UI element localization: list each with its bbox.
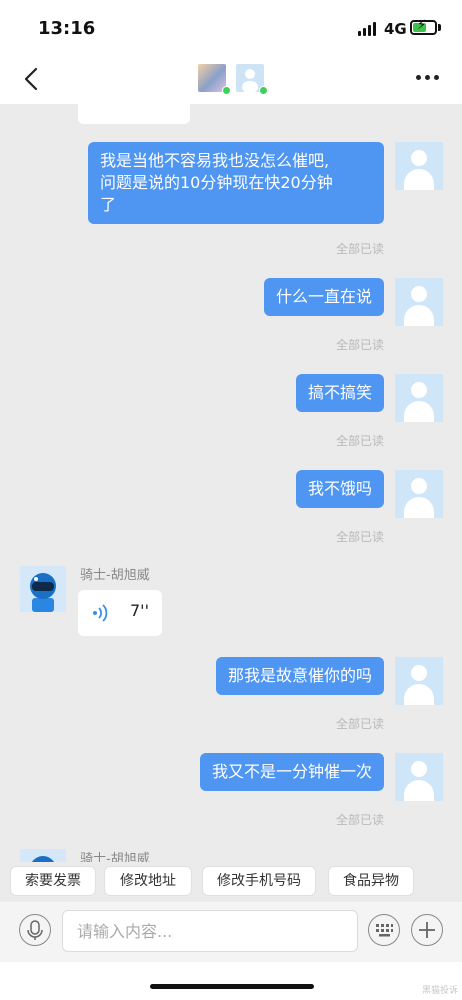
read-status: 全部已读 (335, 530, 384, 544)
voice-message[interactable]: 7'' (78, 590, 162, 636)
voice-wave-icon (93, 604, 108, 622)
back-icon[interactable] (20, 66, 44, 92)
sender-name: 骑士-胡旭威 (80, 852, 150, 862)
user-avatar[interactable] (395, 142, 443, 190)
read-status: 全部已读 (335, 242, 384, 256)
user-avatar[interactable] (395, 753, 443, 801)
message-bubble-partial[interactable] (78, 104, 190, 124)
message-bubble[interactable]: 我是当他不容易我也没怎么催吧, 问题是说的10分钟现在快20分钟 了 (88, 142, 384, 224)
online-dot (259, 86, 268, 95)
home-area: 黑猫投诉 (0, 962, 462, 1000)
quick-reply-invoice[interactable]: 索要发票 (10, 866, 96, 896)
online-dot (222, 86, 231, 95)
user-avatar[interactable] (395, 278, 443, 326)
input-bar (0, 902, 462, 962)
read-status: 全部已读 (335, 338, 384, 352)
add-button[interactable] (411, 914, 443, 946)
charging-icon: ⚡ (417, 18, 427, 33)
voice-duration: 7'' (130, 601, 149, 620)
user-avatar[interactable] (395, 470, 443, 518)
chat-area[interactable]: 我是当他不容易我也没怎么催吧, 问题是说的10分钟现在快20分钟 了 全部已读 … (0, 104, 462, 862)
watermark: 黑猫投诉 (421, 986, 458, 996)
nav-bar (0, 56, 462, 104)
user-avatar[interactable] (395, 657, 443, 705)
read-status: 全部已读 (335, 813, 384, 827)
keyboard-icon (376, 924, 393, 937)
battery-cap (438, 24, 441, 31)
quick-reply-foreign-object[interactable]: 食品异物 (328, 866, 414, 896)
more-icon[interactable] (414, 74, 442, 82)
read-status: 全部已读 (335, 434, 384, 448)
keyboard-button[interactable] (368, 914, 400, 946)
message-bubble[interactable]: 我又不是一分钟催一次 (199, 753, 384, 791)
signal-icon (358, 22, 378, 36)
message-bubble[interactable]: 什么一直在说 (263, 278, 384, 316)
message-bubble[interactable]: 那我是故意催你的吗 (215, 657, 384, 695)
rider-avatar[interactable] (20, 566, 66, 612)
voice-input-button[interactable] (19, 914, 51, 946)
home-indicator[interactable] (150, 984, 314, 989)
microphone-icon (27, 920, 43, 940)
status-bar: 13:16 4G ⚡ (0, 0, 462, 56)
message-bubble[interactable]: 我不饿吗 (295, 470, 384, 508)
quick-reply-phone[interactable]: 修改手机号码 (202, 866, 316, 896)
user-avatar[interactable] (395, 374, 443, 422)
rider-avatar[interactable] (20, 849, 66, 862)
status-time: 13:16 (38, 18, 96, 39)
quick-reply-address[interactable]: 修改地址 (104, 866, 192, 896)
sender-name: 骑士-胡旭威 (80, 568, 150, 583)
message-input[interactable] (62, 910, 358, 952)
network-label: 4G (384, 20, 407, 38)
read-status: 全部已读 (335, 717, 384, 731)
quick-reply-bar: 索要发票 修改地址 修改手机号码 食品异物 (0, 862, 462, 900)
message-bubble[interactable]: 搞不搞笑 (295, 374, 384, 412)
plus-icon (419, 922, 435, 938)
